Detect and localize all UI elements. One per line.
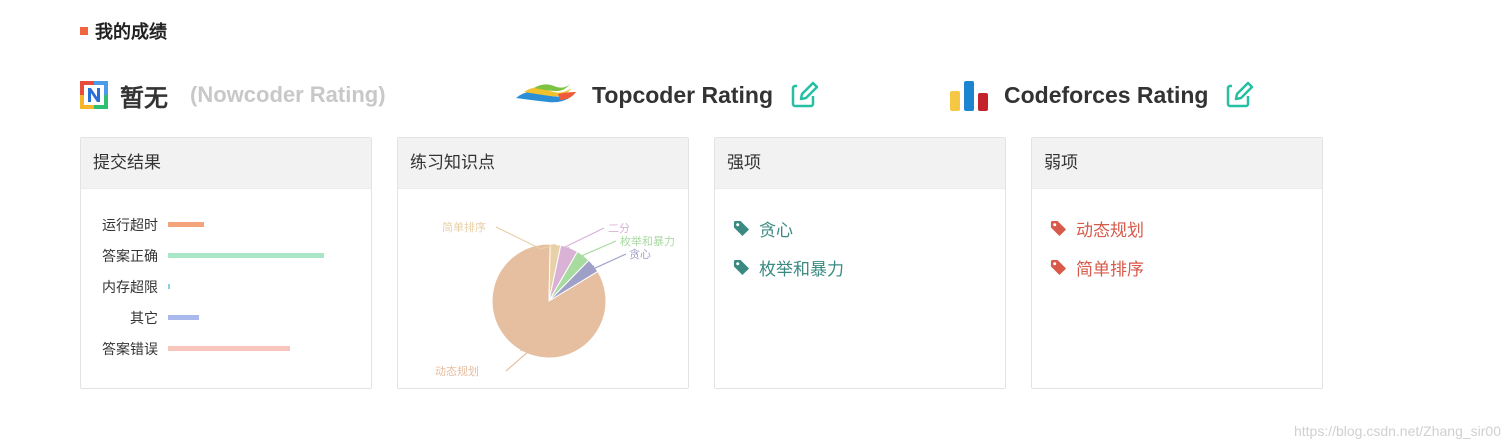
bar-2 (168, 284, 170, 289)
knowledge-pie-chart: 动态规划 简单排序 二分枚举和暴力贪心 (435, 220, 675, 378)
strengths-tag-list: 贪心 枚举和暴力 (715, 189, 1005, 287)
submission-bar-chart: 运行超时答案正确内存超限其它答案错误 (81, 189, 371, 364)
tag-item[interactable]: 枚举和暴力 (733, 248, 1005, 287)
pie-label-3: 枚举和暴力 (620, 234, 675, 248)
tag-icon (1050, 220, 1067, 237)
pie-label-0: 动态规划 (435, 364, 479, 378)
submission-results-card: 提交结果 运行超时答案正确内存超限其它答案错误 (80, 137, 372, 389)
bar-row: 内存超限 (81, 271, 371, 302)
tag-icon (1050, 259, 1067, 276)
bar-4 (168, 346, 290, 351)
bar-label: 答案错误 (102, 341, 158, 358)
topcoder-logo-icon (514, 80, 578, 110)
pie-label-4: 贪心 (629, 247, 651, 261)
pie-label-line-4 (592, 253, 627, 271)
tag-label: 动态规划 (1076, 221, 1144, 241)
topcoder-rating-title: Topcoder Rating (592, 81, 774, 108)
tag-label: 简单排序 (1076, 260, 1144, 280)
pie-label-line-0 (505, 349, 531, 372)
tag-item[interactable]: 贪心 (733, 209, 1005, 248)
bar-label: 其它 (130, 310, 158, 327)
bar-0 (168, 222, 204, 227)
knowledge-points-title: 练习知识点 (398, 138, 688, 189)
tag-icon (733, 259, 750, 276)
bar-label: 内存超限 (102, 279, 158, 296)
pie-label-2: 二分 (608, 222, 630, 235)
codeforces-edit-icon[interactable] (1226, 81, 1255, 109)
bar-row: 答案正确 (81, 240, 371, 271)
weaknesses-title: 弱项 (1032, 138, 1322, 189)
knowledge-points-card: 练习知识点 动态规划 简单排序 二分 枚举和暴力 贪心 (397, 137, 689, 389)
nowcoder-rating: 暂无 (Nowcoder Rating) (80, 70, 386, 120)
watermark: https://blog.csdn.net/Zhang_sir00 (1293, 423, 1501, 439)
strengths-title: 强项 (715, 138, 1005, 189)
tag-item[interactable]: 动态规划 (1050, 209, 1322, 248)
strengths-card: 强项 贪心枚举和暴力 (714, 137, 1006, 389)
bar-row: 其它 (81, 302, 371, 333)
codeforces-logo-icon (948, 79, 990, 111)
tag-label: 枚举和暴力 (759, 260, 844, 280)
codeforces-rating-title: Codeforces Rating (1004, 81, 1209, 108)
section-title-text: 我的成绩 (95, 22, 167, 43)
bar-1 (168, 253, 324, 258)
weaknesses-tag-list: 动态规划 简单排序 (1032, 189, 1322, 287)
tag-icon (733, 220, 750, 237)
ratings-row: 暂无 (Nowcoder Rating) Topcoder Rating Cod… (0, 70, 1507, 120)
title-marker (80, 27, 88, 35)
pie-label-line-3 (578, 240, 617, 258)
bar-row: 运行超时 (81, 209, 371, 240)
pie-label-line-2 (560, 227, 605, 250)
tag-item[interactable]: 简单排序 (1050, 248, 1322, 287)
codeforces-rating: Codeforces Rating (948, 70, 1255, 120)
bar-label: 运行超时 (102, 217, 158, 234)
bar-label: 答案正确 (102, 248, 158, 265)
bar-row: 答案错误 (81, 333, 371, 364)
nowcoder-rating-value: 暂无 (120, 84, 168, 112)
topcoder-edit-icon[interactable] (791, 81, 820, 109)
tag-label: 贪心 (759, 221, 793, 241)
nowcoder-logo-icon (80, 81, 108, 109)
pie-label-1: 简单排序 (442, 220, 486, 234)
topcoder-rating: Topcoder Rating (514, 70, 820, 120)
nowcoder-rating-name: (Nowcoder Rating) (190, 82, 386, 107)
submission-results-title: 提交结果 (81, 138, 371, 189)
bar-3 (168, 315, 199, 320)
weaknesses-card: 弱项 动态规划简单排序 (1031, 137, 1323, 389)
section-title: 我的成绩 (80, 18, 167, 44)
